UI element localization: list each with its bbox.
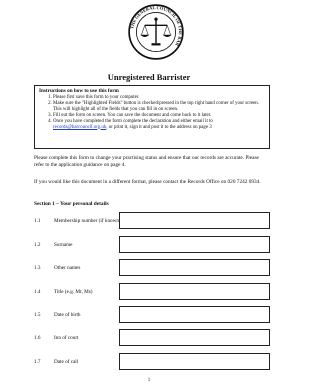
instruction-item-rest: , or print it, sign it and post it to th… <box>106 124 212 130</box>
other-names-input[interactable] <box>119 259 270 276</box>
instruction-item-text: Once you have completed the form complet… <box>53 118 213 124</box>
page-number: 1 <box>147 378 151 383</box>
inn-of-court-input[interactable] <box>119 329 270 346</box>
section-title: Section 1 – Your personal details <box>34 201 109 207</box>
field-label: Date of call <box>54 359 79 365</box>
bar-council-seal-logo: THE GENERAL COUNCIL OF THE BAR <box>128 4 184 60</box>
membership-number-input[interactable] <box>119 212 270 229</box>
instructions-box: Instructions on how to use this form Ple… <box>34 85 270 149</box>
field-number: 1.7 <box>34 359 41 365</box>
field-label: Surname <box>54 242 73 248</box>
field-number: 1.6 <box>34 335 41 341</box>
instructions-heading: Instructions on how to use this form <box>39 88 119 94</box>
date-of-birth-input[interactable] <box>119 306 270 323</box>
records-email-link[interactable]: records@barcouncil.org.uk <box>53 125 106 130</box>
field-label: Inn of court <box>54 335 79 341</box>
field-label: Date of birth <box>54 312 81 318</box>
title-input[interactable] <box>119 283 270 300</box>
surname-input[interactable] <box>119 236 270 253</box>
field-row-surname: 1.2 Surname <box>34 236 270 254</box>
intro-paragraph: Please complete this form to change your… <box>34 155 259 168</box>
field-row-title: 1.4 Title (e.g. Mr, Ms) <box>34 283 270 301</box>
field-row-other-names: 1.3 Other names <box>34 259 270 277</box>
field-number: 1.1 <box>34 218 41 224</box>
field-number: 1.5 <box>34 312 41 318</box>
instructions-list: Please first save this form to your comp… <box>39 95 265 130</box>
field-row-date-of-call: 1.7 Date of call <box>34 353 270 371</box>
date-of-call-input[interactable] <box>119 353 270 370</box>
field-row-membership-number: 1.1 Membership number (if known) <box>34 212 270 230</box>
field-number: 1.2 <box>34 242 41 248</box>
format-paragraph: If you would like this document in a dif… <box>34 179 261 185</box>
field-label: Membership number (if known) <box>54 218 121 224</box>
field-row-inn-of-court: 1.6 Inn of court <box>34 329 270 347</box>
instruction-item: Once you have completed the form complet… <box>53 119 265 131</box>
form-title: Unregistered Barrister <box>107 72 191 82</box>
field-label: Title (e.g. Mr, Ms) <box>54 289 93 295</box>
field-number: 1.4 <box>34 289 41 295</box>
form-page: THE GENERAL COUNCIL OF THE BAR Unregiste… <box>0 0 298 386</box>
instruction-item: Make sure the "Highlighted Fields" butto… <box>53 101 265 113</box>
field-number: 1.3 <box>34 265 41 271</box>
field-row-date-of-birth: 1.5 Date of birth <box>34 306 270 324</box>
field-label: Other names <box>54 265 81 271</box>
